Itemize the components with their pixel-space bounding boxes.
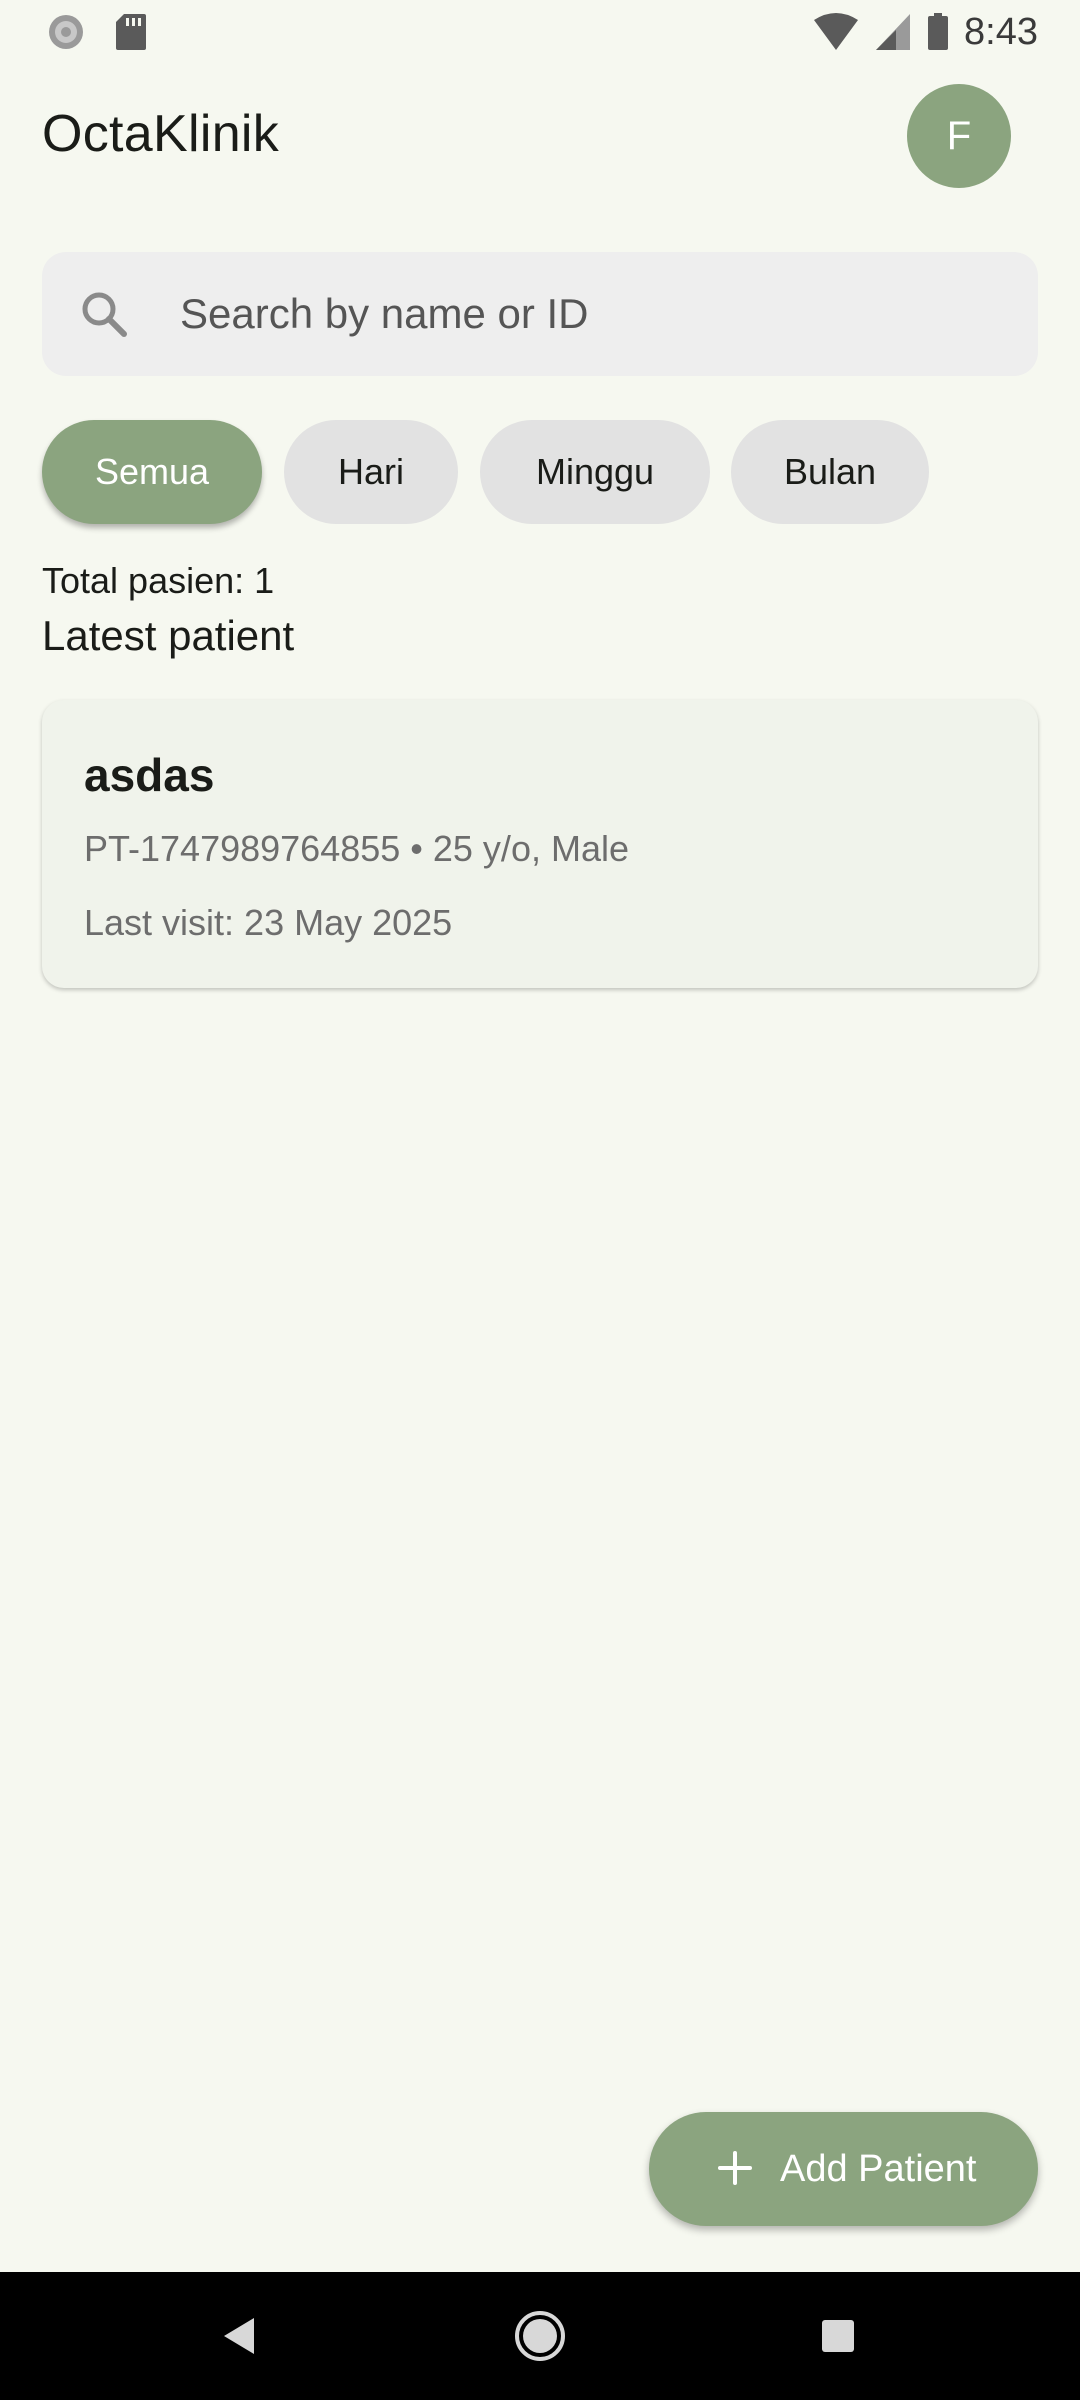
cellular-signal-icon bbox=[876, 14, 911, 50]
sd-card-icon bbox=[116, 14, 146, 50]
system-nav-bar bbox=[0, 2272, 1080, 2400]
chip-label: Minggu bbox=[535, 451, 655, 492]
search-bar[interactable] bbox=[42, 252, 1038, 376]
home-icon[interactable] bbox=[510, 2306, 570, 2366]
patient-meta: PT-1747989764855 • 25 y/o, Male bbox=[84, 828, 629, 869]
chip-label: Bulan bbox=[783, 451, 877, 492]
status-bar: 8:43 bbox=[0, 0, 1080, 64]
back-icon[interactable] bbox=[210, 2306, 270, 2366]
wifi-icon bbox=[814, 13, 859, 50]
patient-card[interactable]: asdas PT-1747989764855 • 25 y/o, Male La… bbox=[42, 700, 1038, 988]
status-right-group: 8:43 bbox=[812, 8, 1038, 56]
patient-name: asdas bbox=[84, 749, 215, 801]
search-icon bbox=[82, 292, 127, 337]
add-patient-button[interactable]: Add Patient bbox=[649, 2112, 1038, 2226]
status-time: 8:43 bbox=[964, 10, 1038, 53]
search-input[interactable] bbox=[180, 252, 1000, 376]
chip-label: Semua bbox=[94, 451, 210, 492]
section-title: Latest patient bbox=[42, 612, 295, 659]
app-title: OctaKlinik bbox=[42, 105, 280, 163]
recents-icon[interactable] bbox=[808, 2306, 868, 2366]
total-patients-label: Total pasien: 1 bbox=[42, 560, 275, 601]
spinner-icon bbox=[49, 15, 83, 49]
avatar-initial: F bbox=[946, 113, 972, 158]
profile-avatar[interactable]: F bbox=[907, 84, 1011, 188]
filter-chip-hari[interactable]: Hari bbox=[284, 420, 458, 524]
filter-chip-minggu[interactable]: Minggu bbox=[480, 420, 710, 524]
filter-chip-semua[interactable]: Semua bbox=[42, 420, 262, 524]
patient-last-visit: Last visit: 23 May 2025 bbox=[84, 902, 453, 943]
filter-chip-bulan[interactable]: Bulan bbox=[731, 420, 929, 524]
add-patient-label: Add Patient bbox=[780, 2148, 977, 2190]
plus-icon bbox=[718, 2151, 752, 2185]
chip-label: Hari bbox=[337, 451, 404, 492]
battery-icon bbox=[928, 13, 949, 50]
